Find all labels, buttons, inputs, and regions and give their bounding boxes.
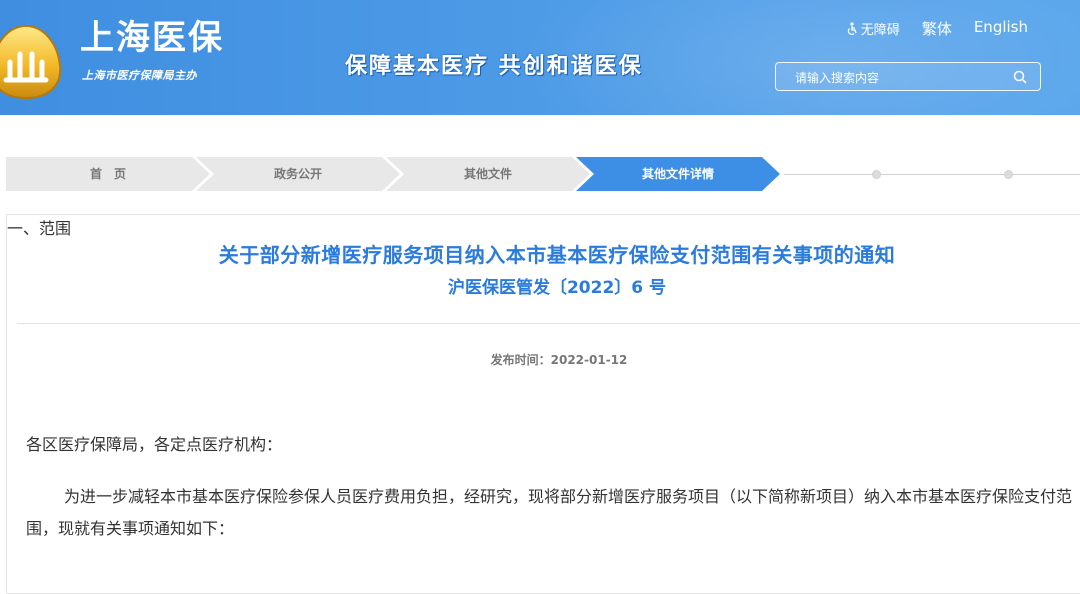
- logo-emblem-icon[interactable]: [0, 22, 66, 102]
- document-number: 沪医保医管发〔2022〕6 号: [447, 278, 667, 298]
- search-icon[interactable]: [1012, 69, 1028, 85]
- breadcrumb-label: 政务公开: [273, 167, 322, 181]
- article-panel: 关于部分新增医疗服务项目纳入本市基本医疗保险支付范围有关事项的通知 沪医保医管发…: [6, 214, 1080, 594]
- breadcrumb-dot: [872, 170, 881, 179]
- site-slogan: 保障基本医疗 共创和谐医保: [345, 54, 643, 79]
- breadcrumb-label: 首 页: [89, 167, 126, 181]
- breadcrumb-dot: [1004, 170, 1013, 179]
- accessibility-label: 无障碍: [860, 23, 900, 38]
- site-title[interactable]: 上海医保: [80, 18, 224, 58]
- breadcrumb-label: 其他文件详情: [641, 167, 714, 181]
- breadcrumb-label: 其他文件: [463, 167, 512, 181]
- english-link[interactable]: English: [974, 18, 1028, 39]
- publish-date: 2022-01-12: [550, 353, 628, 367]
- breadcrumb-item-home[interactable]: 首 页: [6, 157, 210, 191]
- site-header: 上海医保 上海市医疗保障局主办 保障基本医疗 共创和谐医保 无障碍 繁体 Eng…: [0, 0, 1080, 115]
- accessibility-icon: [847, 22, 857, 35]
- traditional-chinese-link[interactable]: 繁体: [922, 18, 952, 39]
- breadcrumb-item-current: 其他文件详情: [576, 157, 780, 191]
- addressee-line: 各区医疗保障局，各定点医疗机构：: [26, 435, 283, 454]
- breadcrumb-item-government-affairs[interactable]: 政务公开: [196, 157, 400, 191]
- article-title: 关于部分新增医疗服务项目纳入本市基本医疗保险支付范围有关事项的通知: [218, 243, 896, 267]
- publish-label: 发布时间：: [490, 353, 551, 367]
- top-links: 无障碍 繁体 English: [846, 18, 1028, 39]
- publish-info: 发布时间：2022-01-12: [7, 351, 1080, 368]
- divider: [17, 323, 1080, 324]
- site-subtitle: 上海市医疗保障局主办: [82, 69, 197, 82]
- section-heading: 一、范围: [7, 219, 72, 238]
- accessibility-link[interactable]: 无障碍: [846, 18, 900, 39]
- breadcrumb-item-other-documents[interactable]: 其他文件: [386, 157, 590, 191]
- search-input[interactable]: [776, 63, 1017, 92]
- body-paragraph: 为进一步减轻本市基本医疗保险参保人员医疗费用负担，经研究，现将部分新增医疗服务项…: [26, 487, 1073, 538]
- search-box: [775, 62, 1041, 92]
- breadcrumb: 首 页 政务公开 其他文件 其他文件详情: [6, 157, 1080, 191]
- breadcrumb-progress-line: [784, 174, 1080, 175]
